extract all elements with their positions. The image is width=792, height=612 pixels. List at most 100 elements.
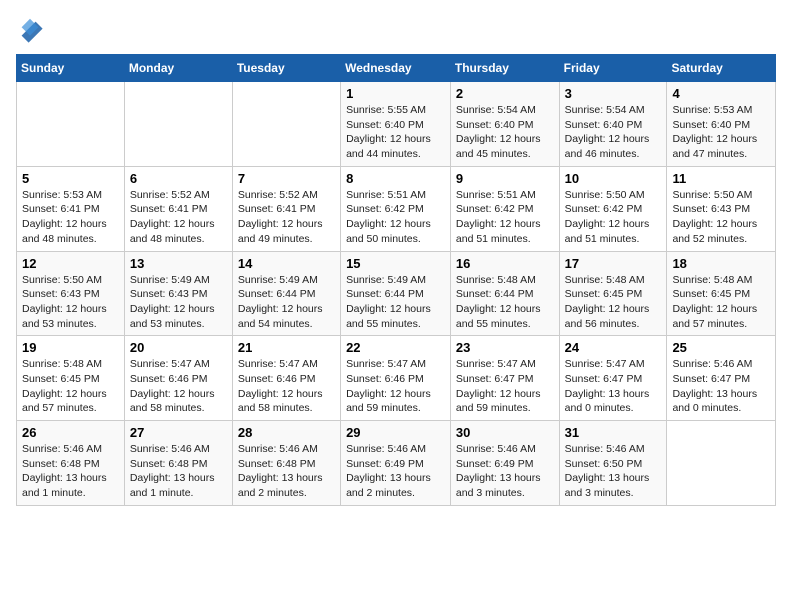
calendar-week-row: 12 Sunrise: 5:50 AM Sunset: 6:43 PM Dayli…: [17, 251, 776, 336]
day-info: Sunrise: 5:46 AM Sunset: 6:49 PM Dayligh…: [346, 442, 445, 501]
weekday-header-row: SundayMondayTuesdayWednesdayThursdayFrid…: [17, 55, 776, 82]
calendar-cell: 3 Sunrise: 5:54 AM Sunset: 6:40 PM Daylig…: [559, 82, 667, 167]
day-info: Sunrise: 5:54 AM Sunset: 6:40 PM Dayligh…: [456, 103, 554, 162]
day-info: Sunrise: 5:50 AM Sunset: 6:43 PM Dayligh…: [672, 188, 770, 247]
calendar-cell: [17, 82, 125, 167]
day-number: 11: [672, 171, 770, 186]
calendar-cell: [667, 421, 776, 506]
day-info: Sunrise: 5:46 AM Sunset: 6:48 PM Dayligh…: [22, 442, 119, 501]
day-number: 14: [238, 256, 335, 271]
calendar-cell: 15 Sunrise: 5:49 AM Sunset: 6:44 PM Dayli…: [341, 251, 451, 336]
day-number: 22: [346, 340, 445, 355]
day-number: 15: [346, 256, 445, 271]
day-number: 10: [565, 171, 662, 186]
weekday-header: Monday: [124, 55, 232, 82]
day-info: Sunrise: 5:54 AM Sunset: 6:40 PM Dayligh…: [565, 103, 662, 162]
day-info: Sunrise: 5:50 AM Sunset: 6:42 PM Dayligh…: [565, 188, 662, 247]
calendar-cell: 23 Sunrise: 5:47 AM Sunset: 6:47 PM Dayli…: [450, 336, 559, 421]
calendar-cell: 22 Sunrise: 5:47 AM Sunset: 6:46 PM Dayli…: [341, 336, 451, 421]
day-info: Sunrise: 5:52 AM Sunset: 6:41 PM Dayligh…: [238, 188, 335, 247]
day-number: 13: [130, 256, 227, 271]
day-number: 31: [565, 425, 662, 440]
day-info: Sunrise: 5:46 AM Sunset: 6:50 PM Dayligh…: [565, 442, 662, 501]
calendar-cell: 12 Sunrise: 5:50 AM Sunset: 6:43 PM Dayli…: [17, 251, 125, 336]
day-number: 27: [130, 425, 227, 440]
calendar-cell: 1Sunrise: 5:55 AM Sunset: 6:40 PM Daylig…: [341, 82, 451, 167]
weekday-header: Sunday: [17, 55, 125, 82]
day-number: 16: [456, 256, 554, 271]
day-info: Sunrise: 5:53 AM Sunset: 6:41 PM Dayligh…: [22, 188, 119, 247]
calendar-cell: 30 Sunrise: 5:46 AM Sunset: 6:49 PM Dayli…: [450, 421, 559, 506]
calendar-cell: 29 Sunrise: 5:46 AM Sunset: 6:49 PM Dayli…: [341, 421, 451, 506]
day-number: 18: [672, 256, 770, 271]
day-info: Sunrise: 5:52 AM Sunset: 6:41 PM Dayligh…: [130, 188, 227, 247]
calendar-cell: 25 Sunrise: 5:46 AM Sunset: 6:47 PM Dayli…: [667, 336, 776, 421]
weekday-header: Saturday: [667, 55, 776, 82]
calendar-cell: 19 Sunrise: 5:48 AM Sunset: 6:45 PM Dayli…: [17, 336, 125, 421]
calendar-cell: 6 Sunrise: 5:52 AM Sunset: 6:41 PM Daylig…: [124, 166, 232, 251]
day-number: 20: [130, 340, 227, 355]
calendar-cell: 24 Sunrise: 5:47 AM Sunset: 6:47 PM Dayli…: [559, 336, 667, 421]
day-number: 30: [456, 425, 554, 440]
day-info: Sunrise: 5:47 AM Sunset: 6:46 PM Dayligh…: [346, 357, 445, 416]
calendar-table: SundayMondayTuesdayWednesdayThursdayFrid…: [16, 54, 776, 506]
day-number: 1: [346, 86, 445, 101]
day-number: 19: [22, 340, 119, 355]
calendar-cell: 26Sunrise: 5:46 AM Sunset: 6:48 PM Dayli…: [17, 421, 125, 506]
day-info: Sunrise: 5:47 AM Sunset: 6:47 PM Dayligh…: [565, 357, 662, 416]
calendar-cell: 7 Sunrise: 5:52 AM Sunset: 6:41 PM Daylig…: [232, 166, 340, 251]
day-info: Sunrise: 5:48 AM Sunset: 6:45 PM Dayligh…: [22, 357, 119, 416]
calendar-cell: 31 Sunrise: 5:46 AM Sunset: 6:50 PM Dayli…: [559, 421, 667, 506]
weekday-header: Wednesday: [341, 55, 451, 82]
calendar-cell: 4Sunrise: 5:53 AM Sunset: 6:40 PM Daylig…: [667, 82, 776, 167]
day-info: Sunrise: 5:48 AM Sunset: 6:45 PM Dayligh…: [672, 273, 770, 332]
day-number: 21: [238, 340, 335, 355]
day-number: 23: [456, 340, 554, 355]
calendar-week-row: 19 Sunrise: 5:48 AM Sunset: 6:45 PM Dayli…: [17, 336, 776, 421]
day-number: 7: [238, 171, 335, 186]
calendar-cell: [232, 82, 340, 167]
day-number: 6: [130, 171, 227, 186]
calendar-week-row: 26Sunrise: 5:46 AM Sunset: 6:48 PM Dayli…: [17, 421, 776, 506]
calendar-cell: 9 Sunrise: 5:51 AM Sunset: 6:42 PM Daylig…: [450, 166, 559, 251]
calendar-cell: 14 Sunrise: 5:49 AM Sunset: 6:44 PM Dayli…: [232, 251, 340, 336]
day-number: 5: [22, 171, 119, 186]
day-info: Sunrise: 5:51 AM Sunset: 6:42 PM Dayligh…: [346, 188, 445, 247]
calendar-cell: 16 Sunrise: 5:48 AM Sunset: 6:44 PM Dayli…: [450, 251, 559, 336]
page-header: [16, 16, 776, 44]
day-info: Sunrise: 5:49 AM Sunset: 6:43 PM Dayligh…: [130, 273, 227, 332]
day-number: 29: [346, 425, 445, 440]
calendar-cell: 13 Sunrise: 5:49 AM Sunset: 6:43 PM Dayli…: [124, 251, 232, 336]
day-info: Sunrise: 5:51 AM Sunset: 6:42 PM Dayligh…: [456, 188, 554, 247]
day-info: Sunrise: 5:49 AM Sunset: 6:44 PM Dayligh…: [346, 273, 445, 332]
calendar-cell: [124, 82, 232, 167]
calendar-cell: 21Sunrise: 5:47 AM Sunset: 6:46 PM Dayli…: [232, 336, 340, 421]
calendar-cell: 18 Sunrise: 5:48 AM Sunset: 6:45 PM Dayli…: [667, 251, 776, 336]
day-number: 24: [565, 340, 662, 355]
day-info: Sunrise: 5:53 AM Sunset: 6:40 PM Dayligh…: [672, 103, 770, 162]
day-number: 9: [456, 171, 554, 186]
calendar-cell: 28Sunrise: 5:46 AM Sunset: 6:48 PM Dayli…: [232, 421, 340, 506]
day-number: 8: [346, 171, 445, 186]
day-number: 12: [22, 256, 119, 271]
day-info: Sunrise: 5:47 AM Sunset: 6:47 PM Dayligh…: [456, 357, 554, 416]
calendar-cell: 10 Sunrise: 5:50 AM Sunset: 6:42 PM Dayli…: [559, 166, 667, 251]
day-info: Sunrise: 5:47 AM Sunset: 6:46 PM Dayligh…: [130, 357, 227, 416]
calendar-cell: 8 Sunrise: 5:51 AM Sunset: 6:42 PM Daylig…: [341, 166, 451, 251]
calendar-week-row: 5 Sunrise: 5:53 AM Sunset: 6:41 PM Daylig…: [17, 166, 776, 251]
day-info: Sunrise: 5:49 AM Sunset: 6:44 PM Dayligh…: [238, 273, 335, 332]
logo-icon: [16, 16, 44, 44]
day-info: Sunrise: 5:48 AM Sunset: 6:44 PM Dayligh…: [456, 273, 554, 332]
day-number: 3: [565, 86, 662, 101]
day-number: 17: [565, 256, 662, 271]
weekday-header: Tuesday: [232, 55, 340, 82]
calendar-cell: 17Sunrise: 5:48 AM Sunset: 6:45 PM Dayli…: [559, 251, 667, 336]
day-info: Sunrise: 5:46 AM Sunset: 6:47 PM Dayligh…: [672, 357, 770, 416]
logo: [16, 16, 48, 44]
day-info: Sunrise: 5:50 AM Sunset: 6:43 PM Dayligh…: [22, 273, 119, 332]
calendar-cell: 2Sunrise: 5:54 AM Sunset: 6:40 PM Daylig…: [450, 82, 559, 167]
weekday-header: Thursday: [450, 55, 559, 82]
calendar-cell: 11 Sunrise: 5:50 AM Sunset: 6:43 PM Dayli…: [667, 166, 776, 251]
day-info: Sunrise: 5:46 AM Sunset: 6:49 PM Dayligh…: [456, 442, 554, 501]
day-number: 25: [672, 340, 770, 355]
